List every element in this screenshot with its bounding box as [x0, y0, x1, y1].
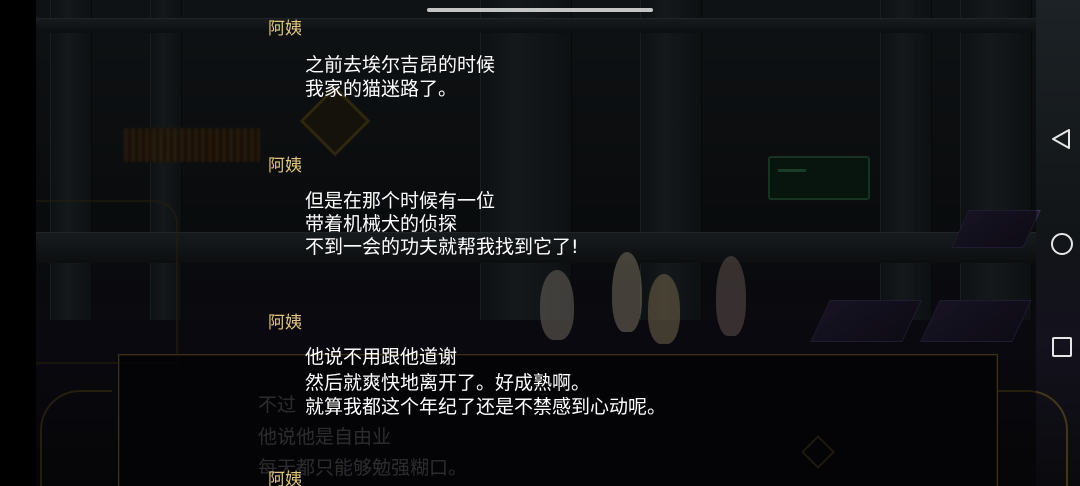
dialog-line: 他说不用跟他道谢 [305, 346, 458, 368]
back-triangle-icon[interactable] [1050, 128, 1072, 150]
speaker-name: 阿姨 [268, 156, 302, 176]
dialog-line: 之前去埃尔吉昂的时候 [305, 54, 496, 76]
dialog-line: 我家的猫迷路了。 [305, 78, 458, 100]
dialog-line: 带着机械犬的侦探 [305, 213, 458, 235]
recent-apps-square-icon[interactable] [1052, 337, 1072, 357]
dialog-line: 就算我都这个年纪了还是不禁感到心动呢。 [305, 396, 667, 418]
gesture-handle[interactable] [427, 8, 653, 12]
home-circle-icon[interactable] [1051, 233, 1073, 255]
dialog-line: 不到一会的功夫就帮我找到它了! [305, 236, 579, 258]
speaker-name: 阿姨 [268, 470, 302, 486]
game-screen: 不过 他说他是自由业 每天都只能够勉强糊口。 阿姨 之前去埃尔吉昂的时候 我家的… [0, 0, 1080, 486]
dialog-line: 然后就爽快地离开了。好成熟啊。 [305, 372, 591, 394]
speaker-name: 阿姨 [268, 313, 302, 333]
dialog-line: 但是在那个时候有一位 [305, 190, 496, 212]
speaker-name: 阿姨 [268, 19, 302, 39]
screen-left-edge [0, 0, 36, 486]
